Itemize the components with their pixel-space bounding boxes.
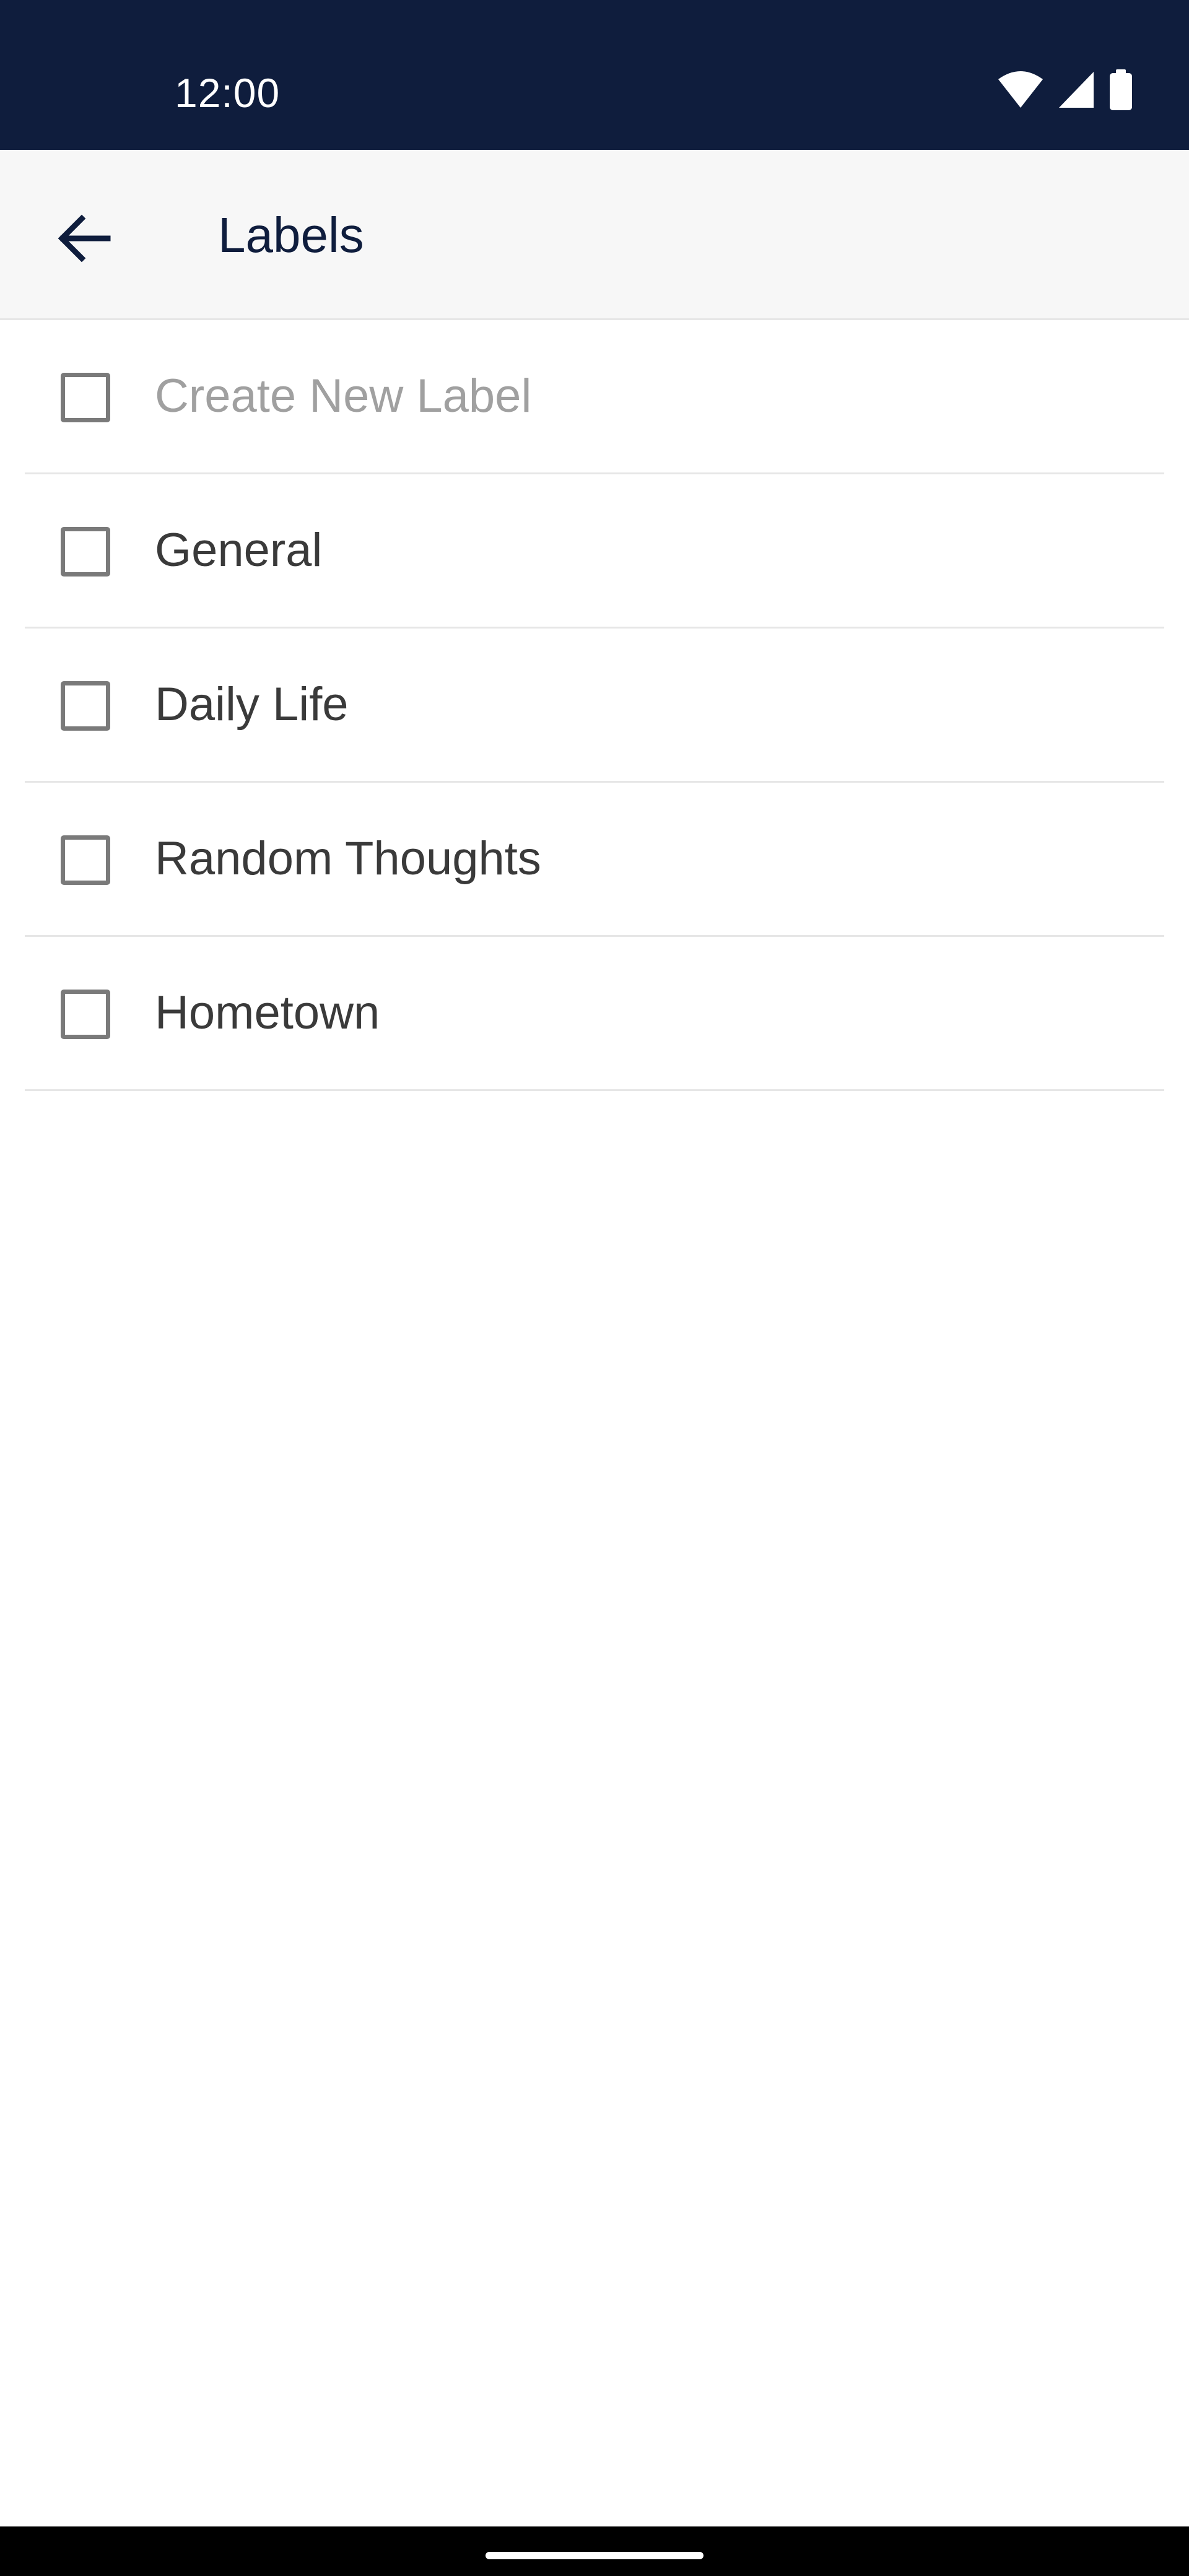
back-button[interactable] [45,199,125,280]
list-item[interactable]: Daily Life [25,629,1164,783]
label-list: Create New Label General Daily Life Rand… [0,320,1189,1091]
page-title: Labels [218,207,364,263]
status-bar: 12:00 [0,0,1189,150]
list-item[interactable]: Hometown [25,937,1164,1091]
cellular-signal-icon [1058,71,1095,112]
create-label-row[interactable]: Create New Label [25,320,1164,474]
label-name: General [155,524,323,577]
home-indicator[interactable] [486,2552,703,2559]
battery-icon [1108,69,1133,113]
label-checkbox[interactable] [61,527,110,577]
create-label-input[interactable]: Create New Label [155,320,531,472]
label-name: Random Thoughts [155,832,541,885]
create-label-checkbox[interactable] [61,373,110,422]
wifi-icon [997,71,1044,112]
app-bar: Labels [0,150,1189,320]
label-checkbox[interactable] [61,835,110,885]
list-item[interactable]: Random Thoughts [25,783,1164,937]
label-name: Hometown [155,986,380,1039]
label-checkbox[interactable] [61,681,110,731]
navigation-bar [0,2526,1189,2576]
label-checkbox[interactable] [61,990,110,1039]
label-name: Daily Life [155,678,349,731]
arrow-left-icon [57,214,113,266]
list-item[interactable]: General [25,474,1164,629]
status-time: 12:00 [175,70,281,116]
status-icons [997,69,1133,113]
